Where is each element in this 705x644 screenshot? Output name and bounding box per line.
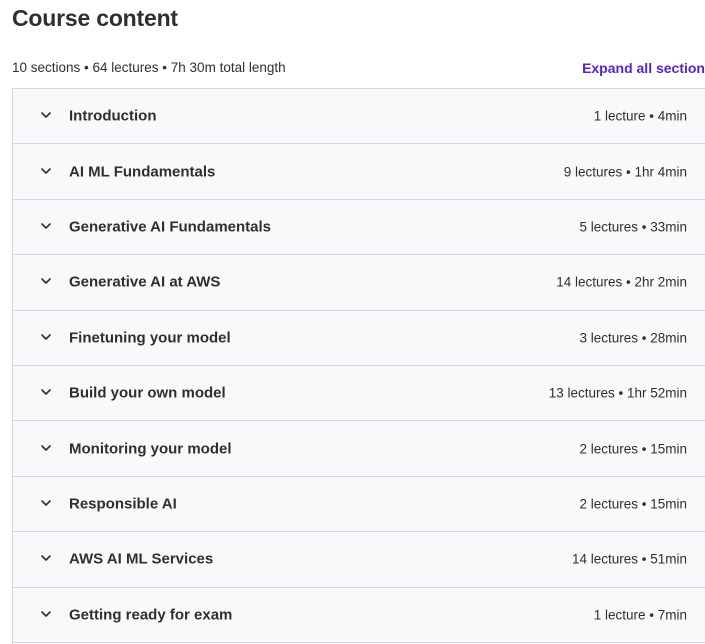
section-header[interactable]: Finetuning your model 3 lectures • 28min bbox=[13, 310, 705, 366]
chevron-down-icon bbox=[40, 442, 52, 454]
section-title: AWS AI ML Services bbox=[69, 550, 214, 568]
section-meta: 2 lectures • 15min bbox=[579, 496, 687, 512]
section-meta: 5 lectures • 33min bbox=[579, 219, 687, 235]
section-header[interactable]: AI ML Fundamentals 9 lectures • 1hr 4min bbox=[13, 144, 705, 200]
section-meta: 14 lectures • 2hr 2min bbox=[556, 274, 687, 290]
section-header[interactable]: Responsible AI 2 lectures • 15min bbox=[13, 476, 705, 533]
section-title: AI ML Fundamentals bbox=[69, 163, 216, 181]
section-meta: 9 lectures • 1hr 4min bbox=[563, 164, 687, 180]
section-header[interactable]: Monitoring your model 2 lectures • 15min bbox=[13, 421, 705, 477]
section-title: Introduction bbox=[69, 107, 157, 125]
chevron-down-icon bbox=[40, 109, 52, 121]
section-title: Getting ready for exam bbox=[69, 606, 233, 624]
course-summary-row: 10 sections • 64 lectures • 7h 30m total… bbox=[12, 58, 705, 78]
section-header[interactable]: Generative AI at AWS 14 lectures • 2hr 2… bbox=[13, 255, 705, 311]
section-meta: 2 lectures • 15min bbox=[579, 441, 687, 457]
section-title: Finetuning your model bbox=[69, 329, 231, 347]
chevron-down-icon bbox=[40, 552, 52, 564]
chevron-down-icon bbox=[40, 165, 52, 177]
section-title: Build your own model bbox=[69, 384, 226, 402]
expand-all-sections-button[interactable]: Expand all section bbox=[582, 58, 705, 78]
section-meta: 1 lecture • 7min bbox=[593, 607, 687, 623]
section-meta: 14 lectures • 51min bbox=[571, 551, 687, 567]
chevron-down-icon bbox=[40, 497, 52, 509]
section-title: Generative AI at AWS bbox=[69, 273, 221, 291]
section-header[interactable]: AWS AI ML Services 14 lectures • 51min bbox=[13, 532, 705, 588]
section-meta: 1 lecture • 4min bbox=[593, 108, 687, 124]
section-title: Monitoring your model bbox=[69, 440, 232, 458]
section-header[interactable]: Introduction 1 lecture • 4min bbox=[13, 89, 705, 145]
course-sections-list: Introduction 1 lecture • 4min AI ML Fund… bbox=[12, 88, 705, 644]
page-title: Course content bbox=[12, 5, 178, 31]
section-title: Responsible AI bbox=[69, 495, 177, 513]
course-summary: 10 sections • 64 lectures • 7h 30m total… bbox=[12, 60, 286, 75]
chevron-down-icon bbox=[40, 386, 52, 398]
section-meta: 13 lectures • 1hr 52min bbox=[548, 385, 687, 401]
section-header[interactable]: Build your own model 13 lectures • 1hr 5… bbox=[13, 365, 705, 422]
chevron-down-icon bbox=[40, 331, 52, 343]
chevron-down-icon bbox=[40, 220, 52, 232]
section-title: Generative AI Fundamentals bbox=[69, 218, 272, 236]
chevron-down-icon bbox=[40, 275, 52, 287]
chevron-down-icon bbox=[40, 608, 52, 620]
section-meta: 3 lectures • 28min bbox=[579, 330, 687, 346]
section-header[interactable]: Generative AI Fundamentals 5 lectures • … bbox=[13, 199, 705, 256]
section-header[interactable]: Getting ready for exam 1 lecture • 7min bbox=[13, 587, 705, 643]
